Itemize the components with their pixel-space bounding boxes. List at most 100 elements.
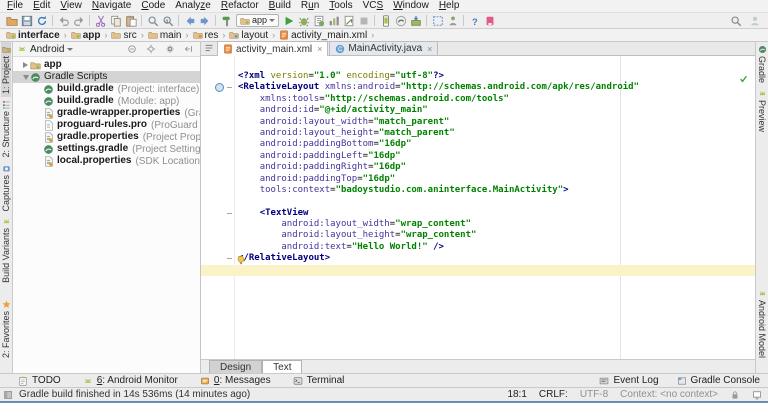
run-button[interactable]	[281, 14, 296, 28]
code-line-7[interactable]: android:paddingBottom="16dp"	[238, 139, 755, 150]
breadcrumb-item-layout[interactable]: layout	[227, 30, 270, 41]
tool-button-preview[interactable]: Preview	[757, 86, 767, 135]
code-line-1[interactable]: <?xml version="1.0" encoding="utf-8"?>	[238, 71, 755, 82]
locate-icon[interactable]	[143, 42, 158, 56]
tool-window-button-6-android-monitor[interactable]: 6: Android Monitor	[83, 375, 178, 386]
tool-window-button-event-log[interactable]: Event Log	[599, 375, 658, 386]
tool-window-button-gradle-console[interactable]: Gradle Console	[677, 375, 760, 386]
gear-icon[interactable]	[162, 42, 177, 56]
menu-code[interactable]: Code	[136, 0, 170, 12]
code-line-14[interactable]: android:layout_width="wrap_content"	[238, 219, 755, 230]
redo-button[interactable]	[71, 14, 86, 28]
lock-icon[interactable]	[730, 390, 740, 400]
chevron-collapsed-icon[interactable]	[21, 62, 30, 68]
code-line-17[interactable]: </RelativeLayout>	[238, 253, 755, 264]
copy-button[interactable]	[108, 14, 123, 28]
menu-refactor[interactable]: Refactor	[216, 0, 264, 12]
code-line-15[interactable]: android:layout_height="wrap_content"	[238, 230, 755, 241]
debug-button[interactable]	[296, 14, 311, 28]
project-view-selector[interactable]: Android	[17, 44, 73, 55]
code-line-10[interactable]: android:paddingTop="16dp"	[238, 174, 755, 185]
tool-button-build-variants[interactable]: Build Variants	[1, 214, 11, 286]
firebase-button[interactable]	[482, 14, 497, 28]
menu-window[interactable]: Window	[388, 0, 434, 12]
tree-row[interactable]: build.gradle(Project: interface)	[13, 83, 200, 95]
tool-button-2-structure[interactable]: 2: Structure	[1, 97, 11, 161]
sdk-button[interactable]	[408, 14, 423, 28]
code-line-3[interactable]: xmlns:tools="http://schemas.android.com/…	[238, 94, 755, 105]
tree-row[interactable]: local.properties(SDK Location)	[13, 155, 200, 167]
breadcrumb-item-src[interactable]: src	[109, 30, 138, 41]
coverage-button[interactable]	[311, 14, 326, 28]
menu-help[interactable]: Help	[434, 0, 465, 12]
back-button[interactable]	[182, 14, 197, 28]
code-line-8[interactable]: android:paddingLeft="16dp"	[238, 151, 755, 162]
attach-button[interactable]	[341, 14, 356, 28]
save-button[interactable]	[19, 14, 34, 28]
editor-tab-MainActivity.java[interactable]: CMainActivity.java×	[329, 41, 438, 55]
close-icon[interactable]: ×	[317, 44, 322, 54]
code-editor[interactable]: <?xml version="1.0" encoding="utf-8"?><R…	[201, 56, 755, 359]
menu-edit[interactable]: Edit	[28, 0, 55, 12]
hide-icon[interactable]	[181, 42, 196, 56]
hammer-button[interactable]	[219, 14, 234, 28]
context-indicator[interactable]: Context: <no context>	[620, 389, 718, 400]
menu-file[interactable]: File	[2, 0, 28, 12]
editor-mode-tab-design[interactable]: Design	[209, 360, 262, 373]
tree-row[interactable]: gradle-wrapper.properties(Gradle Version…	[13, 107, 200, 119]
code-line-6[interactable]: android:layout_height="match_parent"	[238, 128, 755, 139]
avd-button[interactable]	[378, 14, 393, 28]
search-button[interactable]	[728, 14, 743, 28]
undo-button[interactable]	[56, 14, 71, 28]
tool-window-button-terminal[interactable]: Terminal	[293, 375, 345, 386]
tool-button-captures[interactable]: Captures	[1, 161, 11, 215]
tree-row[interactable]: app	[13, 59, 200, 71]
sync-button[interactable]	[34, 14, 49, 28]
stop-button[interactable]	[356, 14, 371, 28]
tool-button-2-favorites[interactable]: 2: Favorites	[1, 297, 11, 361]
breadcrumb-item-res[interactable]: res	[191, 30, 221, 41]
editor-mode-tab-text[interactable]: Text	[262, 360, 302, 373]
code-line-9[interactable]: android:paddingRight="16dp"	[238, 162, 755, 173]
tool-window-button-0-messages[interactable]: 0: Messages	[200, 375, 271, 386]
menu-view[interactable]: View	[55, 0, 87, 12]
cut-button[interactable]	[93, 14, 108, 28]
tool-window-switcher-icon[interactable]	[3, 390, 13, 400]
lint-button[interactable]	[445, 14, 460, 28]
code-line-16[interactable]: android:text="Hello World!" />	[238, 242, 755, 253]
monitor-icon[interactable]	[752, 390, 762, 400]
menu-vcs[interactable]: VCS	[358, 0, 389, 12]
code-line-2[interactable]: <RelativeLayout xmlns:android="http://sc…	[238, 82, 755, 93]
run-configuration-selector[interactable]: app	[236, 14, 279, 27]
code-line-4[interactable]: android:id="@+id/activity_main"	[238, 105, 755, 116]
forward-button[interactable]	[197, 14, 212, 28]
code-line-18[interactable]	[238, 265, 755, 276]
close-icon[interactable]: ×	[427, 44, 432, 54]
tree-row[interactable]: build.gradle(Module: app)	[13, 95, 200, 107]
caret-position[interactable]: 18:1	[507, 389, 526, 400]
breadcrumb-item-interface[interactable]: interface	[4, 30, 62, 41]
open-folder-button[interactable]	[4, 14, 19, 28]
line-ending-indicator[interactable]: CRLF:	[539, 389, 568, 400]
encoding-indicator[interactable]: UTF-8	[580, 389, 608, 400]
paste-button[interactable]	[123, 14, 138, 28]
collapse-icon[interactable]	[124, 42, 139, 56]
tree-row[interactable]: Gradle Scripts	[13, 71, 200, 83]
tool-button-1-project[interactable]: 1: Project	[1, 42, 11, 97]
help-button[interactable]: ?	[467, 14, 482, 28]
profiler-button[interactable]	[326, 14, 341, 28]
code-line-11[interactable]: tools:context="badoystudio.com.aninterfa…	[238, 185, 755, 196]
user-button[interactable]	[747, 14, 762, 28]
replace-button[interactable]: a	[160, 14, 175, 28]
editor-tab-activity_main.xml[interactable]: activity_main.xml×	[217, 41, 328, 56]
menu-navigate[interactable]: Navigate	[87, 0, 136, 12]
tool-button-android-model[interactable]: Android Model	[757, 286, 767, 361]
tree-row[interactable]: settings.gradle(Project Settings)	[13, 143, 200, 155]
intention-bulb-icon[interactable]	[236, 252, 246, 262]
chevron-expanded-icon[interactable]	[21, 75, 30, 80]
inspection-ok-icon[interactable]	[739, 70, 748, 79]
menu-tools[interactable]: Tools	[324, 0, 357, 12]
inspect-button[interactable]	[430, 14, 445, 28]
code-line-13[interactable]: <TextView	[238, 208, 755, 219]
menu-build[interactable]: Build	[264, 0, 296, 12]
